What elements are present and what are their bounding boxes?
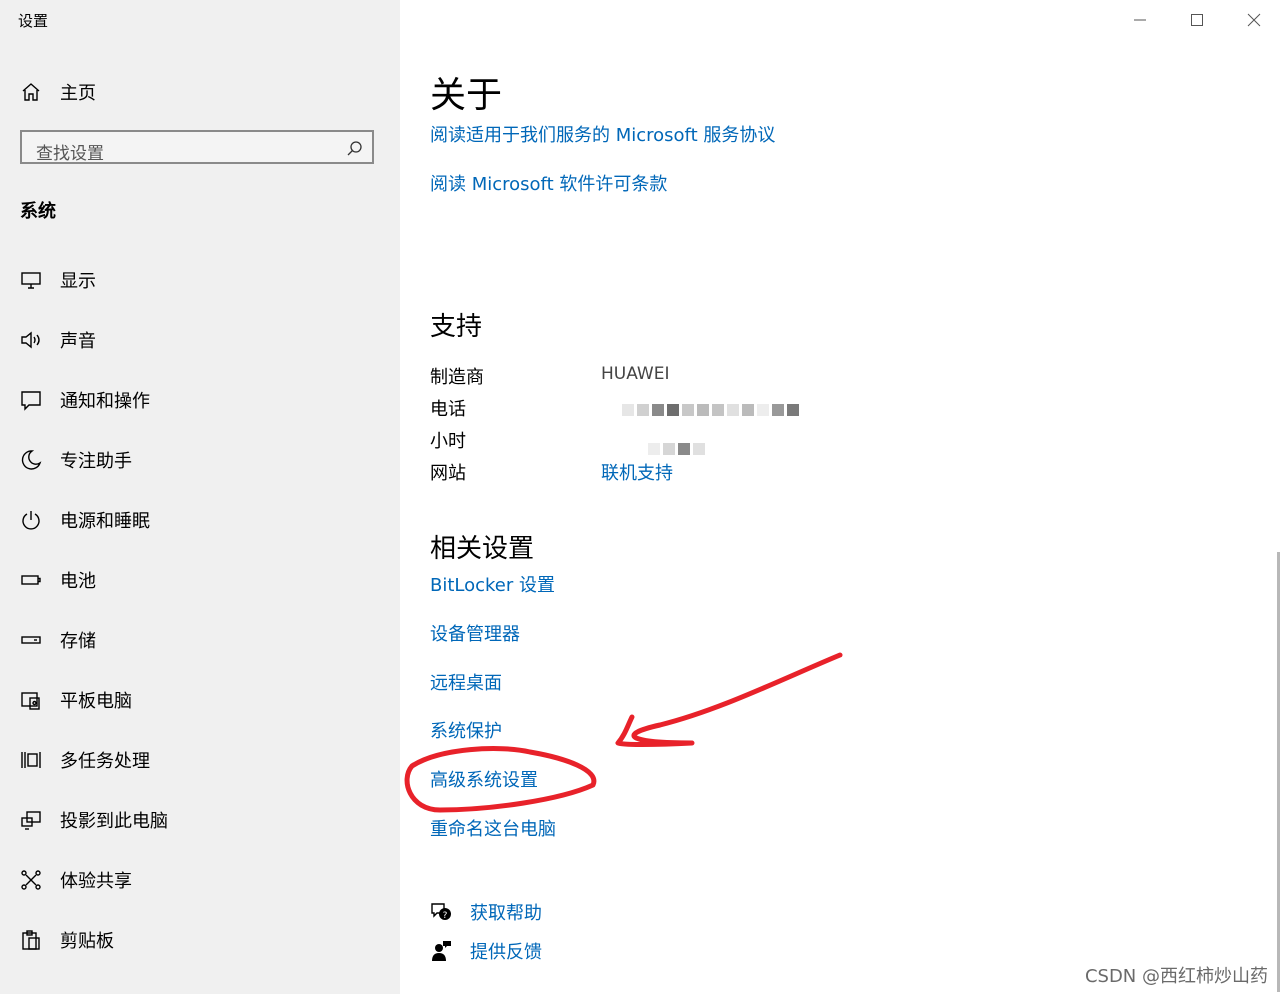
feedback-person-icon [432,941,451,961]
manufacturer-value: HUAWEI [601,364,670,384]
minimize-button[interactable] [1111,0,1168,40]
sidebar-item-label: 专注助手 [60,451,132,472]
sidebar-item-label: 显示 [60,271,96,292]
sidebar-item-shared-experiences[interactable]: 体验共享 [0,850,400,910]
maximize-button[interactable] [1168,0,1225,40]
section-title: 系统 [20,201,56,222]
search-icon [347,141,362,156]
sidebar-item-notifications[interactable]: 通知和操作 [0,370,400,430]
speaker-icon [21,331,40,349]
red-annotation [404,652,843,813]
close-icon [1247,13,1260,27]
scrollbar[interactable] [1277,552,1280,992]
sidebar-item-label: 声音 [60,331,96,352]
sidebar-item-label: 电池 [60,571,96,592]
sidebar-item-sound[interactable]: 声音 [0,310,400,370]
annotation-circle [404,746,597,813]
sidebar-item-label: 投影到此电脑 [60,811,168,832]
about-title: 关于 [430,75,503,116]
feedback-label: 提供反馈 [470,942,542,963]
help-chat-icon: ? [431,903,451,921]
maximize-icon [1190,14,1203,26]
app-title: 设置 [18,12,49,30]
sidebar-item-power-sleep[interactable]: 电源和睡眠 [0,490,400,550]
home-nav-item[interactable]: 主页 [20,79,96,105]
window-controls [1111,0,1282,40]
sidebar-item-clipboard[interactable]: 剪贴板 [0,910,400,970]
share-icon [21,870,41,890]
manufacturer-label: 制造商 [430,367,484,388]
bitlocker-settings-link[interactable]: BitLocker 设置 [430,571,555,597]
tablet-icon [21,692,40,710]
sidebar-item-display[interactable]: 显示 [0,250,400,310]
main-content: 关于 阅读适用于我们服务的 Microsoft 服务协议 阅读 Microsof… [400,0,1282,994]
power-icon [22,511,40,530]
sidebar-item-project[interactable]: 投影到此电脑 [0,790,400,850]
phone-value-redacted [622,401,802,420]
sidebar-item-label: 多任务处理 [60,751,150,772]
get-help-link[interactable]: ? 获取帮助 [430,899,542,925]
online-support-link[interactable]: 联机支持 [601,459,673,485]
minimize-icon [1133,19,1146,21]
sidebar-item-multitasking[interactable]: 多任务处理 [0,730,400,790]
notification-icon [21,391,41,411]
sidebar-item-storage[interactable]: 存储 [0,610,400,670]
phone-label: 电话 [430,399,466,420]
feedback-link[interactable]: 提供反馈 [430,938,542,964]
home-icon [22,83,40,101]
license-terms-link[interactable]: 阅读 Microsoft 软件许可条款 [430,170,667,196]
sidebar-item-focus-assist[interactable]: 专注助手 [0,430,400,490]
sidebar-item-label: 平板电脑 [60,691,132,712]
home-label: 主页 [60,83,96,104]
clipboard-icon [22,930,40,950]
hours-label: 小时 [430,431,466,452]
moon-icon [21,450,42,470]
related-settings-title: 相关设置 [430,534,535,564]
sidebar-item-label: 电源和睡眠 [60,511,150,532]
website-label: 网站 [430,463,466,484]
annotation-arrow [615,652,843,747]
sidebar: 设置 主页 查找设置 系统 显示 声音 通知和操作 专注助手 电源和睡眠 电池 … [0,0,400,994]
get-help-label: 获取帮助 [470,903,542,924]
monitor-icon [21,272,41,289]
close-button[interactable] [1225,0,1282,40]
watermark: CSDN @西红柿炒山药 [1084,966,1268,987]
search-placeholder: 查找设置 [36,144,104,164]
storage-icon [21,636,41,644]
sidebar-item-label: 存储 [60,631,96,652]
sidebar-item-battery[interactable]: 电池 [0,550,400,610]
svg-text:?: ? [443,911,448,921]
project-icon [21,811,41,830]
search-input[interactable]: 查找设置 [20,130,374,164]
sidebar-item-tablet[interactable]: 平板电脑 [0,670,400,730]
multitask-icon [21,752,41,768]
sidebar-nav: 显示 声音 通知和操作 专注助手 电源和睡眠 电池 存储 平板电脑 多任务处理 … [0,250,400,970]
sidebar-item-label: 通知和操作 [60,391,150,412]
service-agreement-link[interactable]: 阅读适用于我们服务的 Microsoft 服务协议 [430,121,775,147]
sidebar-item-label: 剪贴板 [60,931,114,952]
hours-value-redacted [648,440,708,459]
sidebar-item-label: 体验共享 [60,871,132,892]
support-title: 支持 [430,312,483,342]
battery-icon [21,575,41,585]
